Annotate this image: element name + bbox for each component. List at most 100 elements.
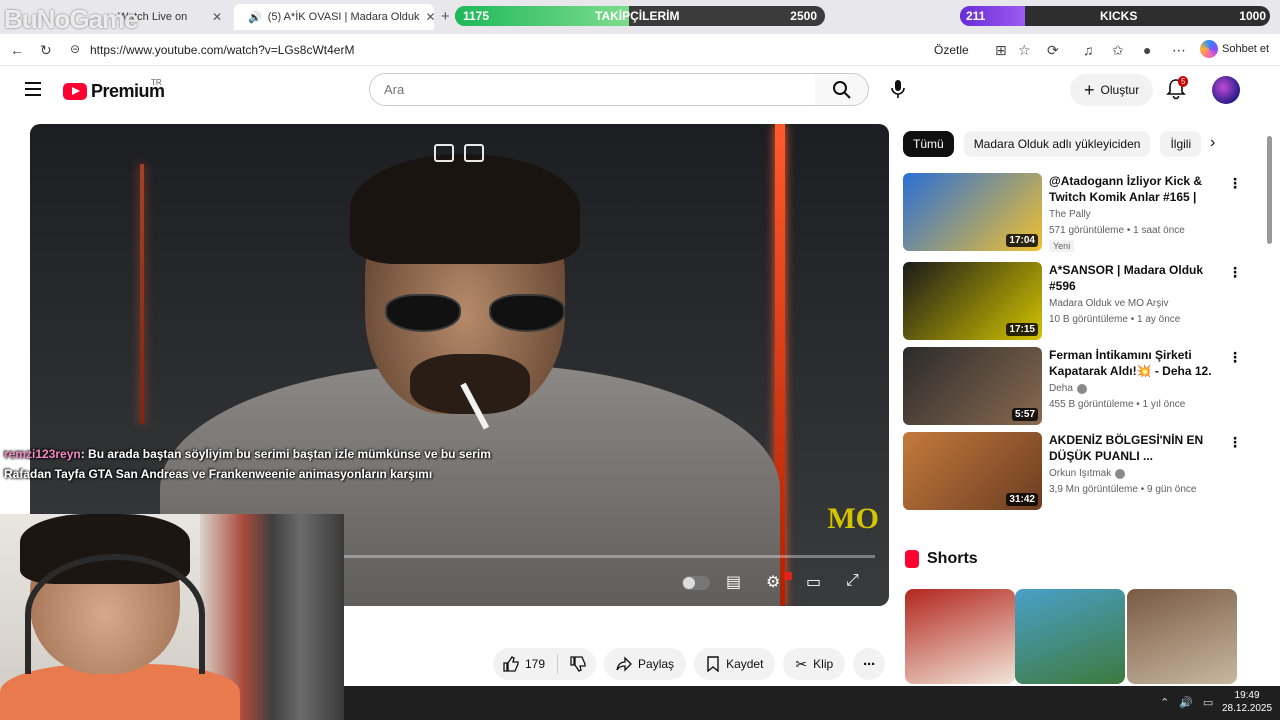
video-title[interactable]: @Atadogann İzliyor Kick & Twitch Komik A… xyxy=(1049,173,1214,207)
channel-row: Madara Olduk ve MO Arşiv xyxy=(1049,298,1168,309)
search-button[interactable] xyxy=(815,73,869,106)
video-thumbnail[interactable]: 5:57 xyxy=(903,347,1042,425)
settings-gear-icon[interactable]: ⚙ xyxy=(766,572,780,592)
theater-mode-icon[interactable]: ▭ xyxy=(806,572,821,592)
profile-icon[interactable]: ● xyxy=(1143,42,1151,58)
summarize-button[interactable]: Özetle xyxy=(934,43,969,57)
fullscreen-icon[interactable]: ⤢ xyxy=(846,572,859,590)
recommendation-card[interactable]: 5:57 Ferman İntikamını Şirketi Kapatarak … xyxy=(903,347,1243,427)
media-icon[interactable]: ♫ xyxy=(1083,42,1094,58)
subtitles-icon[interactable]: ▤ xyxy=(726,572,741,592)
tab-active-video[interactable]: 🔊 (5) A*İK OVASI | Madara Olduk ✕ xyxy=(234,4,434,30)
share-overlay-icon[interactable] xyxy=(464,144,484,162)
video-thumbnail[interactable]: 17:04 xyxy=(903,173,1042,251)
sunglasses xyxy=(385,294,565,332)
follower-goal-target: 2500 xyxy=(790,9,817,23)
channel-name[interactable]: Madara Olduk ve MO Arşiv xyxy=(1049,298,1168,309)
kicks-goal-start: 211 xyxy=(966,9,986,23)
volume-icon[interactable]: 🔊 xyxy=(1179,696,1193,709)
channel-name[interactable]: The Pally xyxy=(1049,209,1091,220)
tab-actions-icon[interactable]: ⊞ xyxy=(995,42,1007,59)
more-icon[interactable]: ⋯ xyxy=(1172,42,1186,59)
video-title[interactable]: A*SANSOR | Madara Olduk #596 xyxy=(1049,262,1214,294)
network-icon[interactable]: ▭ xyxy=(1203,696,1213,709)
recommendation-card[interactable]: 31:42 AKDENİZ BÖLGESİ'NİN EN DÜŞÜK PUANLI… xyxy=(903,432,1243,512)
chat-label: Sohbet et xyxy=(1222,43,1270,55)
create-label: Oluştur xyxy=(1100,83,1140,97)
close-icon[interactable]: ✕ xyxy=(212,10,222,24)
person-hair xyxy=(350,154,580,264)
extensions-icon[interactable]: ⟳ xyxy=(1047,42,1059,59)
search-input[interactable] xyxy=(384,82,804,97)
shorts-title: Shorts xyxy=(927,550,978,567)
video-thumbnail[interactable]: 31:42 xyxy=(903,432,1042,510)
new-badge: Yeni xyxy=(1049,240,1075,252)
account-avatar[interactable] xyxy=(1212,76,1240,104)
copilot-chat-button[interactable]: Sohbet et xyxy=(1200,40,1269,58)
save-label: Kaydet xyxy=(726,657,764,671)
chip-related[interactable]: İlgili xyxy=(1160,131,1202,157)
close-icon[interactable]: ✕ xyxy=(426,10,434,24)
recommendation-card[interactable]: 17:15 A*SANSOR | Madara Olduk #596 Madara … xyxy=(903,262,1243,342)
bookmark-icon xyxy=(707,656,719,672)
youtube-premium-logo[interactable]: Premium xyxy=(63,81,165,102)
chip-all[interactable]: Tümü xyxy=(903,131,954,157)
more-vertical-icon[interactable]: ⋮ xyxy=(1228,264,1242,281)
taskbar-clock[interactable]: 19:49 28.12.2025 xyxy=(1222,689,1272,715)
stream-chat-message: remzi123reyn: Bu arada baştan söyliyim b… xyxy=(4,444,524,484)
search-icon xyxy=(833,81,851,99)
voice-search-button[interactable] xyxy=(880,73,916,106)
short-thumbnail[interactable] xyxy=(1127,589,1237,684)
more-vertical-icon[interactable]: ⋮ xyxy=(1228,349,1242,366)
more-vertical-icon[interactable]: ⋮ xyxy=(1228,434,1242,451)
short-thumbnail[interactable] xyxy=(1015,589,1125,684)
channel-name[interactable]: Orkun Işıtmak xyxy=(1049,468,1111,479)
share-icon xyxy=(616,656,632,672)
recommendation-card[interactable]: 17:04 @Atadogann İzliyor Kick & Twitch Ko… xyxy=(903,173,1243,253)
like-button[interactable]: 179 xyxy=(503,656,545,672)
dislike-button[interactable] xyxy=(570,656,586,672)
copilot-icon xyxy=(1200,40,1218,58)
shorts-header: Shorts xyxy=(905,550,978,568)
video-meta: 571 görüntüleme • 1 saat önce xyxy=(1049,225,1185,236)
back-icon[interactable]: ← xyxy=(10,42,24,58)
address-bar[interactable]: https://www.youtube.com/watch?v=LGs8cWt4… xyxy=(90,43,354,57)
refresh-icon[interactable]: ↻ xyxy=(40,42,52,59)
more-actions-button[interactable]: ⋯ xyxy=(853,648,886,680)
save-button[interactable]: Kaydet xyxy=(694,648,776,680)
chip-from-uploader[interactable]: Madara Olduk adlı yükleyiciden xyxy=(963,131,1151,157)
progress-bar[interactable] xyxy=(330,555,875,558)
new-tab-icon[interactable]: + xyxy=(441,8,450,25)
video-title[interactable]: AKDENİZ BÖLGESİ'NİN EN DÜŞÜK PUANLI ... xyxy=(1049,432,1214,464)
site-info-icon[interactable]: ⊝ xyxy=(70,42,80,56)
clip-button[interactable]: ✂ Klip xyxy=(783,648,846,680)
minimize-icon[interactable]: ─ xyxy=(1180,8,1189,22)
chevron-up-icon[interactable]: ⌃ xyxy=(1160,696,1169,709)
more-horizontal-icon: ⋯ xyxy=(863,657,876,671)
follower-goal-label: TAKİPÇİLERİM xyxy=(595,9,680,23)
chevron-right-icon[interactable]: › xyxy=(1210,134,1215,152)
share-button[interactable]: Paylaş xyxy=(604,648,687,680)
short-thumbnail[interactable] xyxy=(905,589,1015,684)
browser-tab-strip: Watch Live on ✕ 🔊 (5) A*İK OVASI | Madar… xyxy=(0,0,1280,34)
menu-icon[interactable] xyxy=(25,82,41,96)
create-button[interactable]: + Oluştur xyxy=(1070,74,1154,106)
favorite-star-icon[interactable]: ☆ xyxy=(1018,42,1031,59)
miniplayer-icon[interactable] xyxy=(434,144,454,162)
kicks-goal-label: KICKS xyxy=(1100,9,1138,23)
video-title[interactable]: Ferman İntikamını Şirketi Kapatarak Aldı… xyxy=(1049,347,1214,381)
search-box xyxy=(369,73,816,106)
clock-date: 28.12.2025 xyxy=(1222,703,1273,714)
favorites-icon[interactable]: ✩ xyxy=(1112,42,1124,59)
follower-goal-bar: 1175 TAKİPÇİLERİM 2500 xyxy=(455,6,825,26)
scrollbar-thumb[interactable] xyxy=(1267,136,1272,244)
channel-name[interactable]: Deha xyxy=(1049,383,1073,394)
autoplay-toggle[interactable] xyxy=(682,576,710,590)
video-duration: 5:57 xyxy=(1011,408,1038,421)
more-vertical-icon[interactable]: ⋮ xyxy=(1228,175,1242,192)
video-actions: 179 Paylaş Kaydet ✂ Klip ⋯ xyxy=(493,648,886,680)
follower-goal-start: 1175 xyxy=(463,9,490,23)
video-thumbnail[interactable]: 17:15 xyxy=(903,262,1042,340)
scissors-icon: ✂ xyxy=(795,655,808,672)
kicks-goal-bar: 211 KICKS 1000 xyxy=(960,6,1270,26)
